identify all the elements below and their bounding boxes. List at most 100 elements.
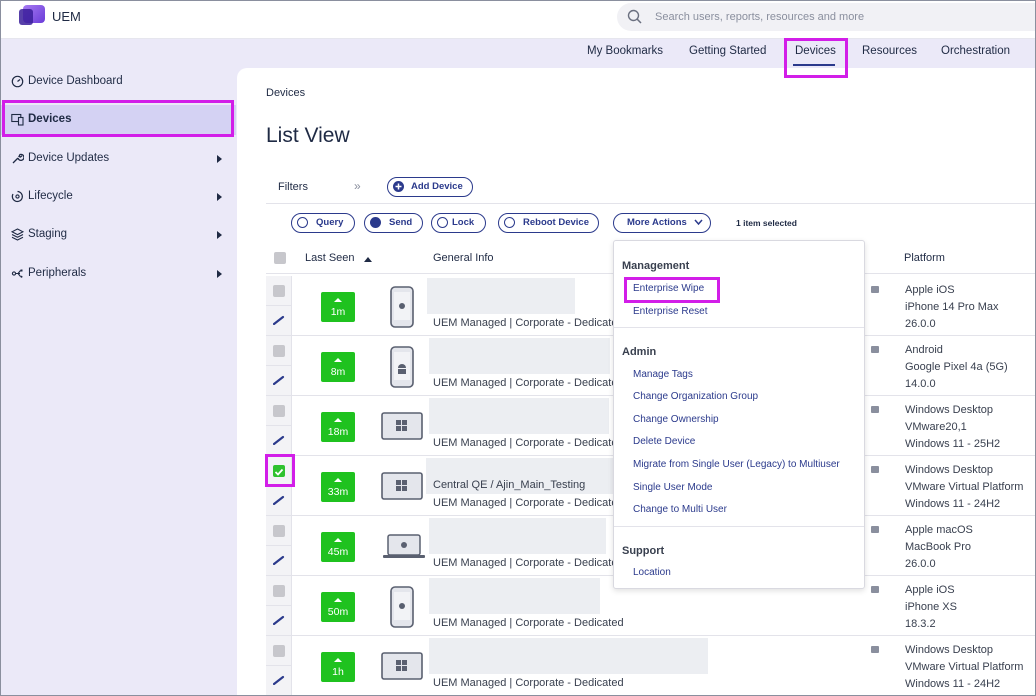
up-arrow-icon: [334, 418, 342, 422]
menu-section-management: Management: [622, 260, 690, 272]
device-ownership[interactable]: UEM Managed | Corporate - Dedicated: [433, 377, 624, 389]
row-checkbox[interactable]: [273, 285, 285, 297]
sidebar-item-label: Staging: [28, 228, 68, 240]
highlight-enterprise-wipe: [624, 277, 720, 303]
sidebar-item-device-dashboard[interactable]: Device Dashboard: [0, 68, 236, 96]
top-header: UEM: [0, 0, 1036, 39]
row-checkbox[interactable]: [273, 645, 285, 657]
row-checkbox[interactable]: [273, 585, 285, 597]
device-ownership[interactable]: UEM Managed | Corporate - Dedicated: [433, 317, 624, 329]
device-group-path: Central QE / Ajin_Main_Testing: [433, 479, 586, 491]
menu-item-enterprise-reset[interactable]: Enterprise Reset: [633, 306, 707, 317]
staging-icon: [11, 228, 24, 241]
menu-item-delete-device[interactable]: Delete Device: [633, 436, 695, 447]
platform-cell: Apple iOS iPhone 14 Pro Max 26.0.0: [905, 282, 999, 333]
selection-count: 1 item selected: [736, 218, 797, 228]
menu-item-single-user-mode[interactable]: Single User Mode: [633, 482, 712, 493]
column-platform[interactable]: Platform: [904, 252, 945, 264]
app-name: UEM: [52, 9, 81, 24]
platform-model: VMware Virtual Platform: [905, 661, 1024, 673]
device-ownership[interactable]: UEM Managed | Corporate - Dedicated: [433, 437, 624, 449]
more-actions-button[interactable]: More Actions: [613, 213, 711, 233]
send-button[interactable]: Send: [364, 213, 423, 233]
platform-version: 26.0.0: [905, 558, 936, 570]
query-button[interactable]: Query: [291, 213, 355, 233]
menu-item-migrate-single-user[interactable]: Migrate from Single User (Legacy) to Mul…: [633, 459, 840, 470]
info-icon: [297, 217, 308, 228]
up-arrow-icon: [334, 658, 342, 662]
menu-divider: [614, 526, 864, 527]
sidebar-item-peripherals[interactable]: Peripherals: [0, 260, 236, 288]
edit-pencil-icon[interactable]: [273, 375, 285, 385]
platform-version: 26.0.0: [905, 318, 936, 330]
reboot-device-button[interactable]: Reboot Device: [498, 213, 599, 233]
tab-orchestration[interactable]: Orchestration: [941, 45, 1010, 57]
platform-os: Apple iOS: [905, 584, 955, 596]
tab-getting-started[interactable]: Getting Started: [689, 45, 766, 57]
tab-my-bookmarks[interactable]: My Bookmarks: [587, 45, 663, 57]
edit-pencil-icon[interactable]: [273, 315, 285, 325]
platform-version: Windows 11 - 24H2: [905, 678, 1001, 690]
device-type-icon: [871, 646, 879, 653]
message-icon: [370, 217, 381, 228]
row-select-cell: [266, 516, 292, 575]
platform-cell: Android Google Pixel 4a (5G) 14.0.0: [905, 342, 1008, 393]
platform-version: Windows 11 - 25H2: [905, 438, 1001, 450]
last-seen-badge: 50m: [321, 592, 355, 622]
row-checkbox[interactable]: [273, 525, 285, 537]
device-ownership[interactable]: UEM Managed | Corporate - Dedicated: [433, 557, 624, 569]
filters-label[interactable]: Filters: [278, 181, 308, 193]
edit-pencil-icon[interactable]: [273, 675, 285, 685]
redacted-device-name: [427, 278, 575, 314]
row-checkbox[interactable]: [273, 345, 285, 357]
device-ownership[interactable]: UEM Managed | Corporate - Dedicated: [433, 617, 624, 629]
row-select-cell: [266, 576, 292, 635]
up-arrow-icon: [334, 358, 342, 362]
redacted-device-name: [429, 518, 606, 554]
device-ownership[interactable]: UEM Managed | Corporate - Dedicated: [433, 677, 624, 689]
breadcrumb[interactable]: Devices: [266, 87, 305, 99]
table-row[interactable]: 1h UEM Managed | Corporate - Dedicated Win…: [266, 636, 1036, 696]
menu-item-manage-tags[interactable]: Manage Tags: [633, 369, 693, 380]
expand-arrow-icon: [217, 270, 222, 278]
menu-section-admin: Admin: [622, 346, 657, 358]
lock-button[interactable]: Lock: [431, 213, 486, 233]
platform-model: Google Pixel 4a (5G): [905, 361, 1008, 373]
device-ownership[interactable]: UEM Managed | Corporate - Dedicated: [433, 497, 624, 509]
expand-filters-icon[interactable]: »: [354, 179, 361, 193]
menu-item-change-to-multi-user[interactable]: Change to Multi User: [633, 504, 727, 515]
row-select-cell: [266, 396, 292, 455]
last-seen-badge: 33m: [321, 472, 355, 502]
platform-version: Windows 11 - 24H2: [905, 498, 1001, 510]
menu-item-location[interactable]: Location: [633, 567, 671, 578]
sidebar-item-device-updates[interactable]: Device Updates: [0, 145, 236, 173]
expand-arrow-icon: [217, 193, 222, 201]
sidebar-item-staging[interactable]: Staging: [0, 221, 236, 249]
search-input[interactable]: [655, 7, 1025, 27]
phone-ios-icon: [390, 586, 414, 633]
edit-pencil-icon[interactable]: [273, 555, 285, 565]
select-all-checkbox[interactable]: [274, 252, 286, 264]
chevron-down-icon: [694, 219, 703, 226]
edit-pencil-icon[interactable]: [273, 435, 285, 445]
sidebar-item-label: Device Updates: [28, 152, 110, 164]
page-title: List View: [266, 124, 350, 147]
redacted-device-name: [429, 338, 610, 374]
device-type-icon: [871, 286, 879, 293]
edit-pencil-icon[interactable]: [273, 495, 285, 505]
dashboard-icon: [11, 75, 24, 88]
sort-ascending-icon[interactable]: [364, 257, 372, 262]
add-device-button[interactable]: Add Device: [387, 177, 473, 197]
column-last-seen[interactable]: Last Seen: [305, 252, 355, 264]
search-box[interactable]: [617, 3, 1036, 31]
tab-resources[interactable]: Resources: [862, 45, 917, 57]
sidebar-item-lifecycle[interactable]: Lifecycle: [0, 183, 236, 211]
platform-os: Apple macOS: [905, 524, 973, 536]
column-general-info[interactable]: General Info: [433, 252, 494, 264]
platform-model: VMware20,1: [905, 421, 967, 433]
row-checkbox[interactable]: [273, 405, 285, 417]
last-seen-badge: 1h: [321, 652, 355, 682]
menu-item-change-ownership[interactable]: Change Ownership: [633, 414, 719, 425]
menu-item-change-organization-group[interactable]: Change Organization Group: [633, 391, 758, 402]
edit-pencil-icon[interactable]: [273, 615, 285, 625]
